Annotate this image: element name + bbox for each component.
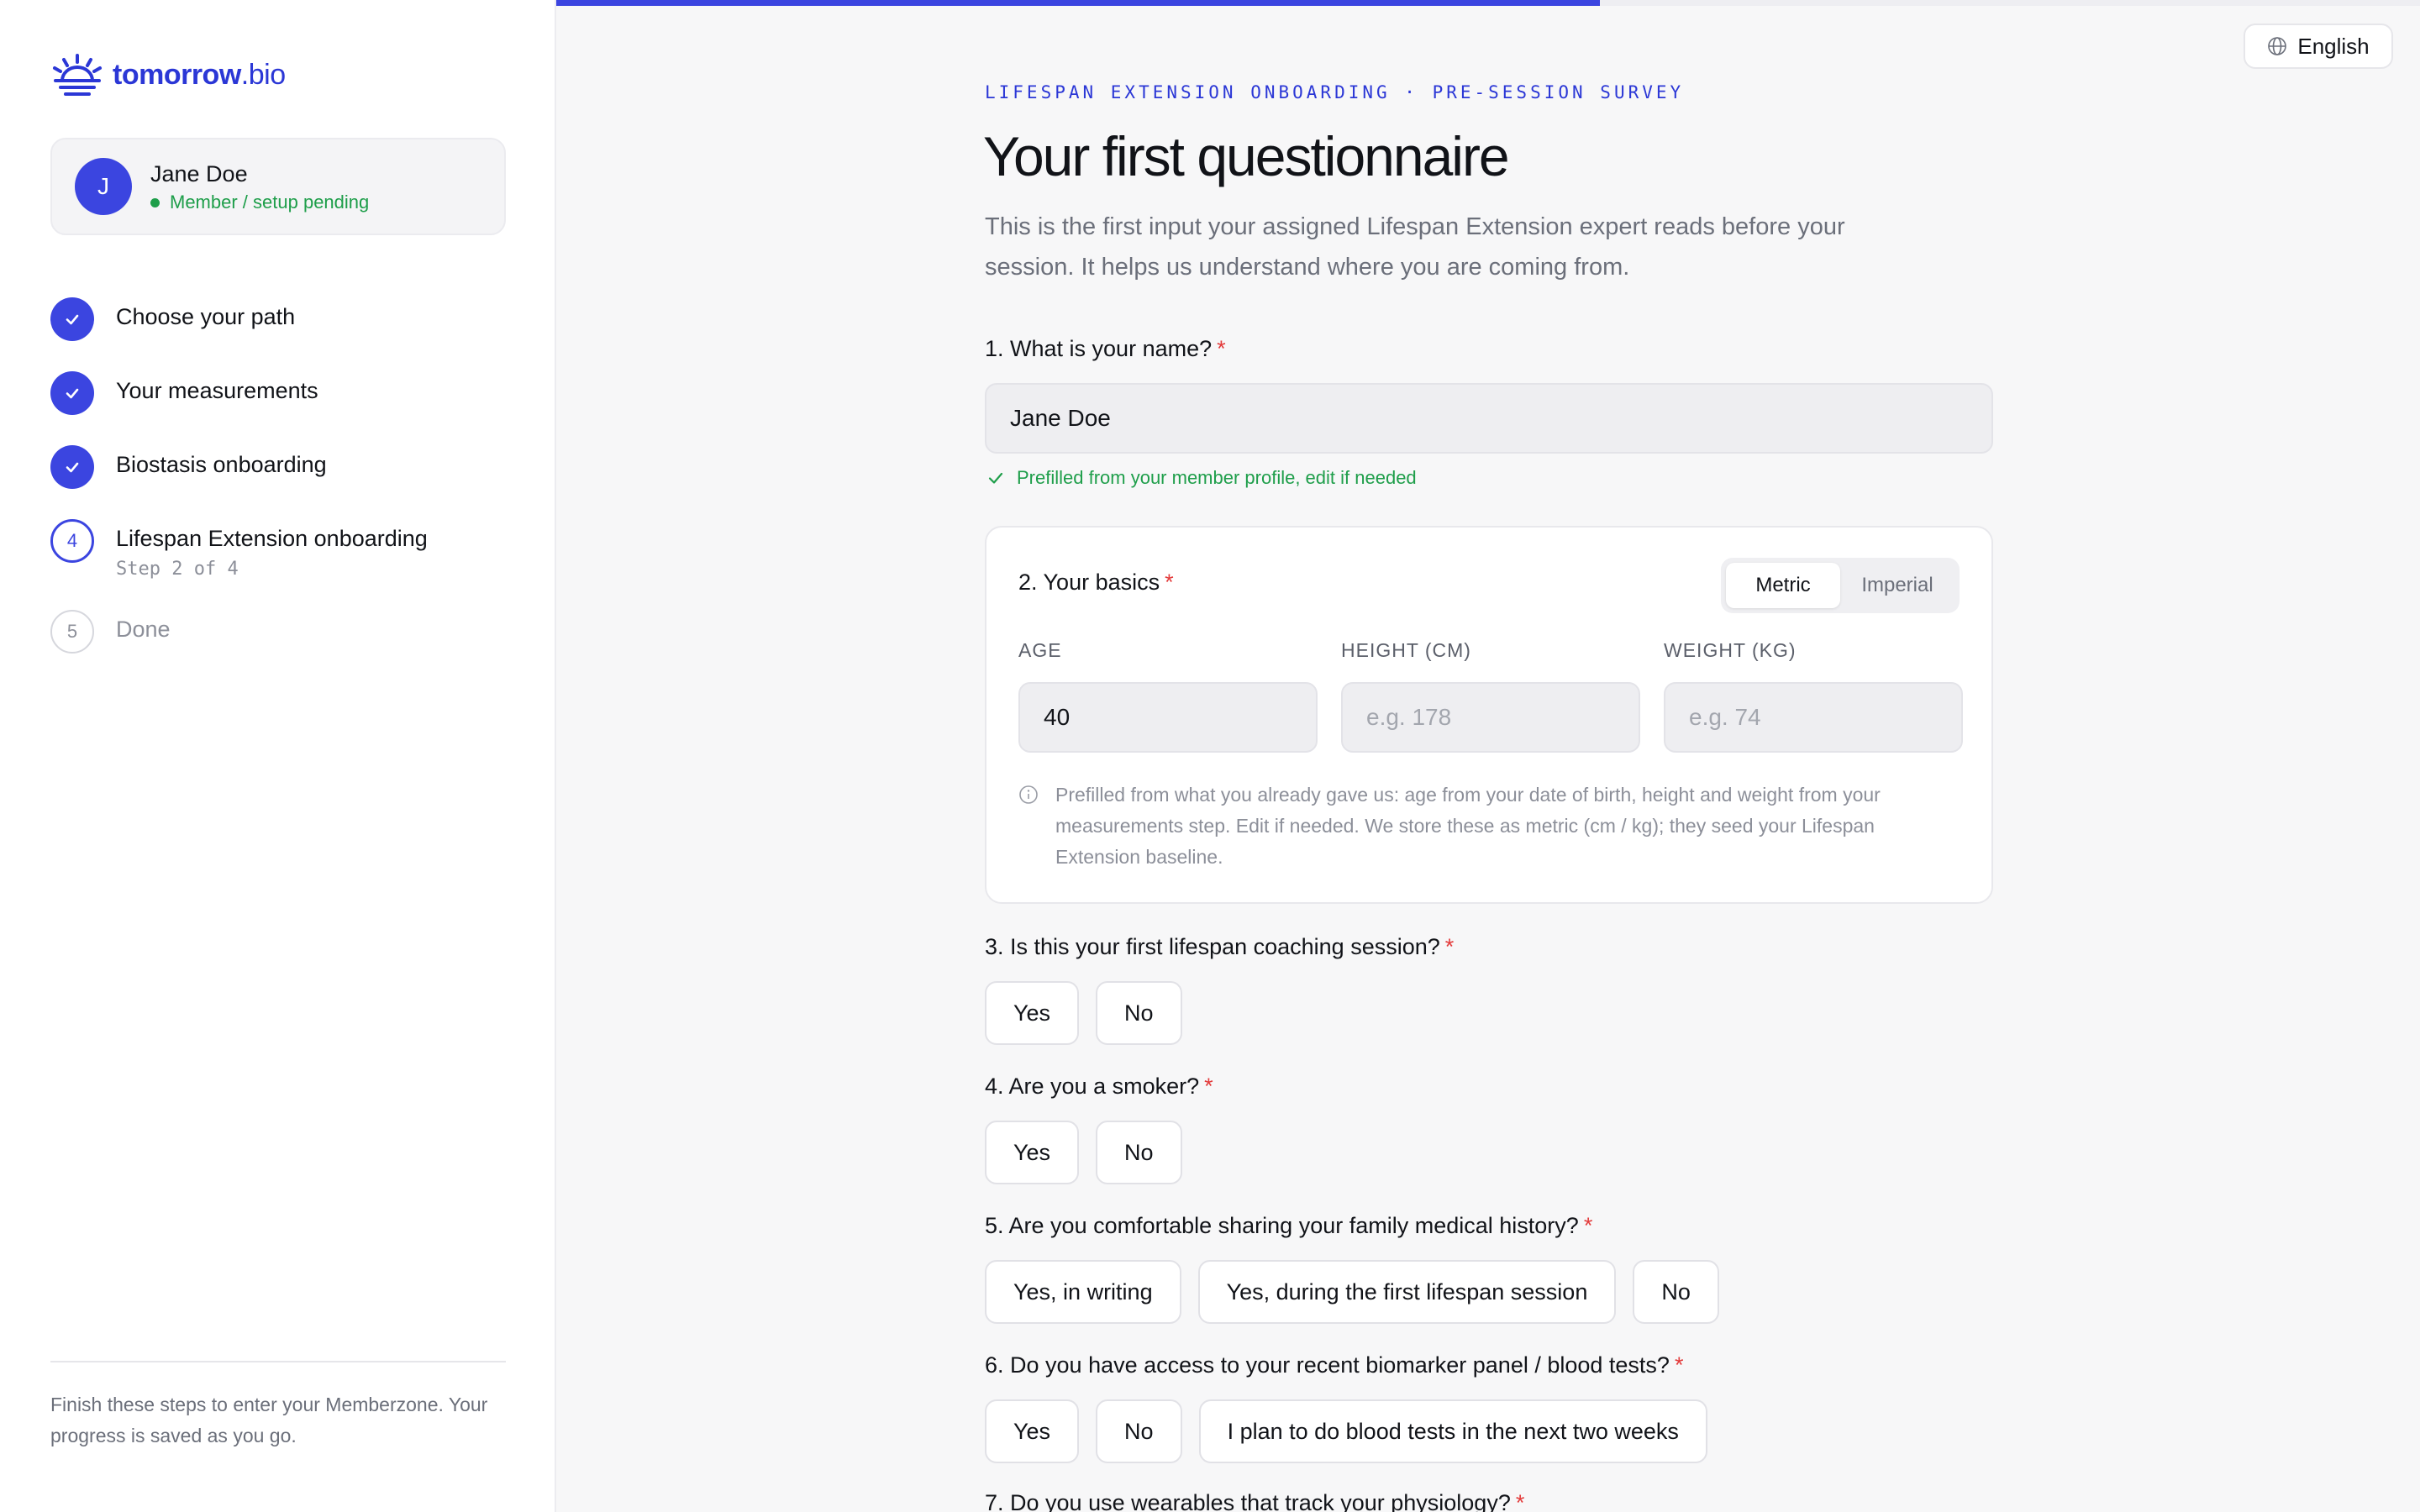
step-lifespan-extension[interactable]: 4 Lifespan Extension onboarding Step 2 o… — [50, 519, 428, 580]
option-yes-button[interactable]: Yes — [985, 1399, 1080, 1463]
question-text: 1. What is your name? — [985, 336, 1213, 361]
user-status-text: Member / setup pending — [170, 192, 370, 213]
step-label: Lifespan Extension onboarding — [116, 526, 428, 551]
height-label: HEIGHT (CM) — [1341, 639, 1471, 661]
progress-bar-fill — [556, 0, 1601, 6]
basics-note: Prefilled from what you already gave us:… — [1018, 780, 1960, 873]
question-6-label: 6. Do you have access to your recent bio… — [985, 1352, 1683, 1378]
status-dot-icon — [150, 197, 160, 207]
user-status: Member / setup pending — [150, 192, 369, 213]
prefill-hint-text: Prefilled from your member profile, edit… — [1017, 467, 1417, 488]
main-content: English LIFESPAN EXTENSION ONBOARDING · … — [556, 0, 2420, 1512]
basics-note-text: Prefilled from what you already gave us:… — [1055, 784, 1881, 868]
sidebar-divider — [50, 1361, 506, 1362]
brand-logo[interactable]: tomorrow.bio — [50, 54, 286, 96]
language-selector[interactable]: English — [2244, 24, 2393, 69]
info-icon — [1019, 785, 1038, 804]
step-choose-path[interactable]: Choose your path — [50, 297, 295, 341]
question-text: 6. Do you have access to your recent bio… — [985, 1352, 1670, 1378]
option-no-button[interactable]: No — [1096, 981, 1182, 1045]
question-4-options: Yes No — [985, 1121, 1199, 1184]
weight-label: WEIGHT (KG) — [1664, 639, 1797, 661]
step-measurements[interactable]: Your measurements — [50, 371, 318, 415]
sidebar-footer-note: Finish these steps to enter your Memberz… — [50, 1394, 488, 1446]
brand-wordmark: tomorrow.bio — [113, 58, 286, 91]
unit-option-metric[interactable]: Metric — [1726, 563, 1840, 608]
option-yes-button[interactable]: Yes — [985, 981, 1080, 1045]
question-5-label: 5. Are you comfortable sharing your fami… — [985, 1213, 1592, 1239]
option-plan-blood-tests-button[interactable]: I plan to do blood tests in the next two… — [1198, 1399, 1707, 1463]
question-3-label: 3. Is this your first lifespan coaching … — [985, 934, 1454, 960]
page-title: Your first questionnaire — [983, 125, 1510, 187]
question-text: 3. Is this your first lifespan coaching … — [985, 934, 1440, 959]
check-icon — [50, 371, 94, 415]
step-biostasis[interactable]: Biostasis onboarding — [50, 445, 327, 489]
option-yes-button[interactable]: Yes — [985, 1121, 1080, 1184]
option-yes-in-writing-button[interactable]: Yes, in writing — [985, 1260, 1181, 1324]
globe-icon — [2268, 37, 2287, 55]
basics-card: 2. Your basics * Metric Imperial AGE HEIG… — [985, 526, 1993, 904]
height-input[interactable] — [1341, 682, 1640, 753]
check-icon — [50, 445, 94, 489]
question-1-label: 1. What is your name? * — [985, 336, 1226, 362]
sidebar: tomorrow.bio J Jane Doe Member / setup p… — [0, 0, 556, 1512]
weight-input[interactable] — [1664, 682, 1963, 753]
required-mark: * — [1204, 1074, 1213, 1099]
check-icon — [988, 472, 1003, 484]
question-2-label: 2. Your basics * — [1018, 570, 1174, 596]
unit-toggle: Metric Imperial — [1721, 558, 1960, 613]
question-text: 7. Do you use wearables that track your … — [985, 1490, 1511, 1512]
question-7-label: 7. Do you use wearables that track your … — [985, 1490, 1524, 1512]
question-text: 2. Your basics — [1018, 570, 1160, 595]
required-mark: * — [1444, 934, 1455, 959]
required-mark: * — [1583, 1213, 1593, 1238]
question-3-options: Yes No — [985, 981, 1199, 1045]
sunrise-logo-icon — [53, 54, 102, 96]
user-card[interactable]: J Jane Doe Member / setup pending — [50, 138, 506, 235]
name-input[interactable] — [985, 383, 1993, 454]
step-number-badge: 5 — [50, 610, 94, 654]
question-6-options: Yes No I plan to do blood tests in the n… — [985, 1399, 1724, 1463]
step-label: Biostasis onboarding — [116, 452, 327, 477]
step-number-badge: 4 — [50, 519, 94, 563]
option-no-button[interactable]: No — [1096, 1399, 1182, 1463]
age-input[interactable] — [1018, 682, 1318, 753]
required-mark: * — [1217, 336, 1226, 361]
unit-option-imperial[interactable]: Imperial — [1840, 563, 1954, 608]
language-label: English — [2297, 33, 2370, 59]
option-no-button[interactable]: No — [1633, 1260, 1719, 1324]
required-mark: * — [1515, 1490, 1525, 1512]
section-eyebrow: LIFESPAN EXTENSION ONBOARDING · PRE-SESS… — [985, 82, 1685, 102]
question-text: 5. Are you comfortable sharing your fami… — [985, 1213, 1579, 1238]
option-yes-during-session-button[interactable]: Yes, during the first lifespan session — [1197, 1260, 1617, 1324]
age-label: AGE — [1018, 639, 1062, 661]
step-label: Your measurements — [116, 378, 318, 403]
user-name: Jane Doe — [150, 161, 248, 186]
step-done: 5 Done — [50, 610, 171, 654]
option-no-button[interactable]: No — [1096, 1121, 1182, 1184]
intro-text: This is the first input your assigned Li… — [985, 213, 1845, 281]
prefill-hint: Prefilled from your member profile, edit… — [986, 467, 1417, 489]
required-mark: * — [1165, 570, 1174, 595]
progress-bar — [556, 0, 2420, 6]
check-icon — [50, 297, 94, 341]
step-label: Choose your path — [116, 304, 296, 329]
question-4-label: 4. Are you a smoker? * — [985, 1074, 1213, 1100]
avatar: J — [75, 158, 132, 215]
step-label: Done — [116, 617, 171, 642]
question-text: 4. Are you a smoker? — [985, 1074, 1200, 1099]
step-progress-text: Step 2 of 4 — [116, 559, 239, 580]
question-5-options: Yes, in writing Yes, during the first li… — [985, 1260, 1736, 1324]
required-mark: * — [1674, 1352, 1684, 1378]
